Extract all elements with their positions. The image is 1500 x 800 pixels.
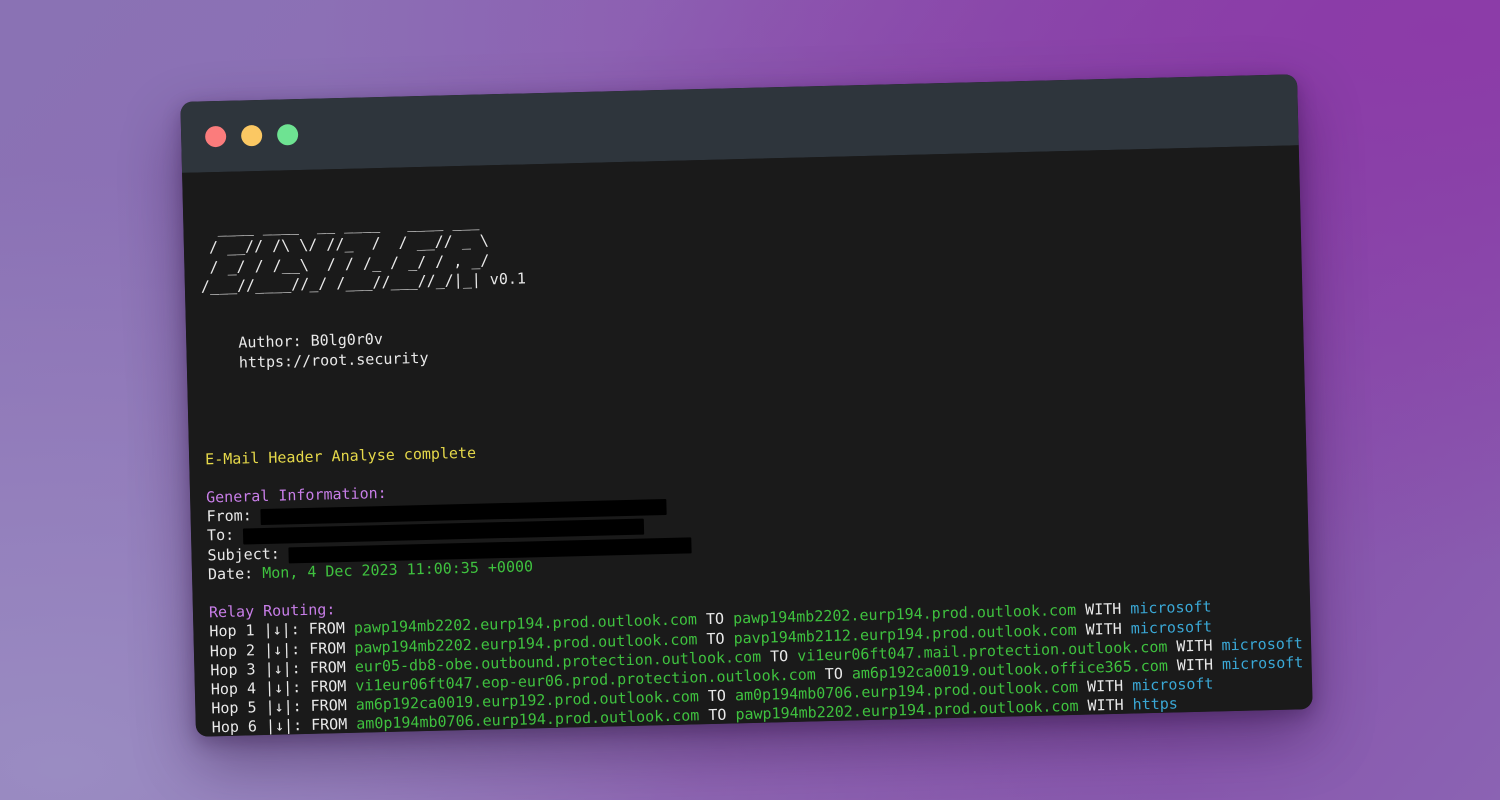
hop-protocol: microsoft (1131, 674, 1214, 695)
down-arrow-icon: |↓| (264, 659, 292, 678)
keyword-with: WITH (1176, 655, 1214, 675)
keyword-to: TO (707, 686, 727, 706)
down-arrow-icon: |↓| (265, 716, 294, 736)
terminal-body[interactable]: ____ ____ __ ____ ____ ___ / __// /\ \/ … (182, 145, 1313, 737)
hop-protocol: microsoft (1130, 617, 1213, 638)
down-arrow-icon: |↓| (263, 639, 292, 659)
hop-label: Hop 4 (210, 679, 257, 699)
keyword-to: TO (705, 609, 725, 629)
terminal-window: ____ ____ __ ____ ____ ___ / __// /\ \/ … (180, 74, 1313, 737)
keyword-with: WITH (1176, 636, 1213, 656)
down-arrow-icon: |↓| (265, 697, 293, 717)
keyword-to: TO (708, 705, 727, 725)
hop-label: Hop 2 (209, 640, 256, 660)
hop-protocol: microsoft (1221, 634, 1304, 655)
down-arrow-icon: |↓| (263, 620, 291, 640)
hop-protocol: https (1132, 694, 1179, 714)
keyword-from: FROM (309, 638, 346, 658)
general-information-heading: General Information: (205, 483, 387, 507)
keyword-from: FROM (310, 696, 347, 716)
date-label: Date: (207, 564, 254, 584)
keyword-to: TO (824, 664, 844, 684)
relay-routing-heading: Relay Routing: (208, 600, 336, 622)
banner-version: v0.1 (489, 269, 527, 289)
keyword-from: FROM (309, 657, 347, 677)
to-label: To: (206, 526, 235, 545)
hop-label: Hop 6 (211, 717, 258, 737)
desktop-background: ____ ____ __ ____ ____ ___ / __// /\ \/ … (0, 0, 1500, 800)
hop-protocol: microsoft (1221, 653, 1304, 674)
keyword-with: WITH (1085, 619, 1122, 639)
hop-label: Hop 5 (211, 698, 257, 718)
keyword-from: FROM (308, 619, 346, 639)
from-label: From: (206, 506, 252, 526)
keyword-with: WITH (1084, 600, 1122, 619)
subject-label: Subject: (207, 544, 280, 564)
close-button[interactable] (204, 125, 227, 148)
keyword-from: FROM (310, 715, 348, 735)
zoom-button[interactable] (276, 124, 299, 146)
hop-label: Hop 3 (210, 659, 256, 680)
keyword-from: FROM (309, 676, 347, 696)
terminal-output: ____ ____ __ ____ ____ ___ / __// /\ \/ … (183, 173, 1313, 737)
hop-protocol: microsoft (1130, 597, 1212, 618)
keyword-to: TO (769, 646, 789, 666)
keyword-to: TO (706, 629, 725, 648)
minimize-button[interactable] (240, 124, 263, 147)
hop-label: Hop 1 (209, 621, 255, 641)
down-arrow-icon: |↓| (264, 678, 293, 697)
keyword-with: WITH (1086, 676, 1124, 696)
keyword-with: WITH (1087, 696, 1124, 715)
